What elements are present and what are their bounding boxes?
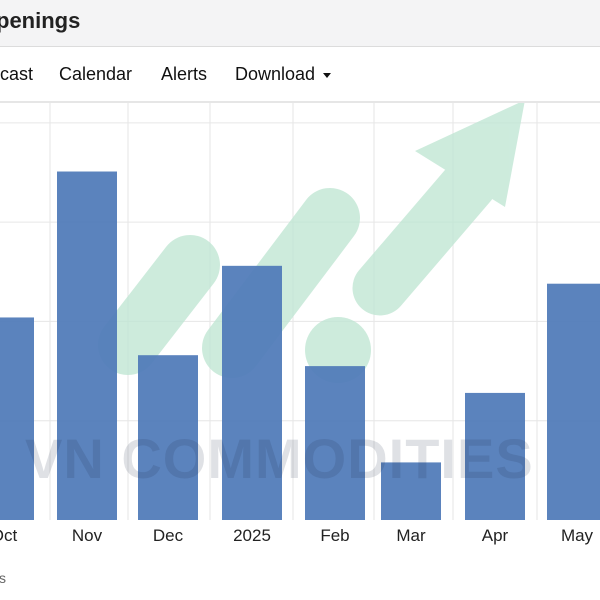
nav-calendar[interactable]: Calendar (59, 64, 132, 85)
nav-alerts[interactable]: Alerts (161, 64, 207, 85)
chart-area: VN COMMODITIES Oct Nov Dec 2025 Feb Mar Apr May (0, 100, 600, 558)
x-tick-label: Mar (396, 526, 426, 545)
nav-bar: cast Calendar Alerts Download (0, 47, 600, 103)
x-tick-label: Dec (153, 526, 184, 545)
bar-chart: VN COMMODITIES Oct Nov Dec 2025 Feb Mar Apr May (0, 100, 600, 545)
footer-text: cs (0, 570, 6, 586)
watermark-stroke (98, 235, 220, 375)
watermark-logo (98, 100, 525, 383)
x-tick-label: 2025 (233, 526, 271, 545)
title-bar: penings (0, 0, 600, 47)
nav-forecast[interactable]: cast (0, 64, 33, 85)
chevron-down-icon (323, 72, 332, 78)
bar (547, 283, 600, 520)
x-tick-label: May (561, 526, 594, 545)
nav-download[interactable]: Download (235, 64, 332, 85)
x-tick-label: Apr (482, 526, 509, 545)
x-axis-labels: Oct Nov Dec 2025 Feb Mar Apr May (0, 526, 594, 545)
watermark-stroke (352, 155, 498, 316)
x-tick-label: Feb (320, 526, 349, 545)
nav-download-label: Download (235, 64, 316, 84)
x-tick-label: Nov (72, 526, 103, 545)
watermark-text: VN COMMODITIES (25, 427, 534, 490)
page-title: penings (0, 8, 81, 33)
x-tick-label: Oct (0, 526, 17, 545)
